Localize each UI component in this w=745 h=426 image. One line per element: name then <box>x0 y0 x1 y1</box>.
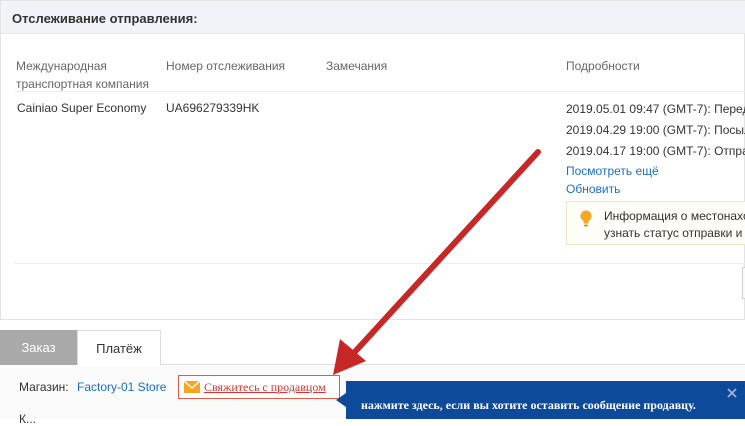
truncated-row-text: К... <box>19 412 36 426</box>
refresh-link[interactable]: Обновить <box>566 182 620 196</box>
tooltip-text: нажмите здесь, если вы хотите оставить с… <box>361 398 696 412</box>
contact-seller-label: Свяжитесь с продавцом <box>204 380 326 394</box>
tracking-number: UA696279339HK <box>166 101 260 115</box>
contact-tooltip: нажмите здесь, если вы хотите оставить с… <box>336 381 745 419</box>
column-header-tracking-number: Номер отслеживания <box>166 59 286 73</box>
close-icon[interactable] <box>726 387 738 399</box>
store-label: Магазин: <box>19 380 69 394</box>
see-more-link[interactable]: Посмотреть ещё <box>566 164 659 178</box>
info-text-line: узнать статус отправки и <box>604 226 743 240</box>
store-name-link[interactable]: Factory-01 Store <box>77 380 166 394</box>
column-header-remarks: Замечания <box>326 59 388 73</box>
order-tabs: Заказ Платёж <box>0 330 745 365</box>
tracking-panel: Отслеживание отправления: Международная … <box>0 0 745 320</box>
contact-seller-button[interactable]: Свяжитесь с продавцом <box>178 375 340 399</box>
column-header-details: Подробности <box>566 59 640 73</box>
tracking-event: 2019.05.01 09:47 (GMT-7): Перед <box>566 102 745 116</box>
lightbulb-icon <box>580 210 592 227</box>
carrier-name: Cainiao Super Economy <box>17 101 147 115</box>
column-header-company: Международная транспортная компания <box>16 59 149 91</box>
info-text-line: Информация о местонахо <box>604 209 745 223</box>
tracking-event: 2019.04.29 19:00 (GMT-7): Посыл <box>566 123 745 137</box>
tab-payment[interactable]: Платёж <box>77 330 161 365</box>
panel-header: Отслеживание отправления: <box>1 1 745 34</box>
envelope-icon <box>184 381 200 393</box>
row-divider <box>15 263 745 264</box>
tab-order[interactable]: Заказ <box>0 330 77 365</box>
panel-title: Отслеживание отправления: <box>12 11 198 26</box>
tracking-event: 2019.04.17 19:00 (GMT-7): Отпра <box>566 144 745 158</box>
tooltip-pointer <box>336 393 346 407</box>
header-divider <box>15 91 745 92</box>
info-box: Информация о местонахо узнать статус отп… <box>566 201 745 245</box>
